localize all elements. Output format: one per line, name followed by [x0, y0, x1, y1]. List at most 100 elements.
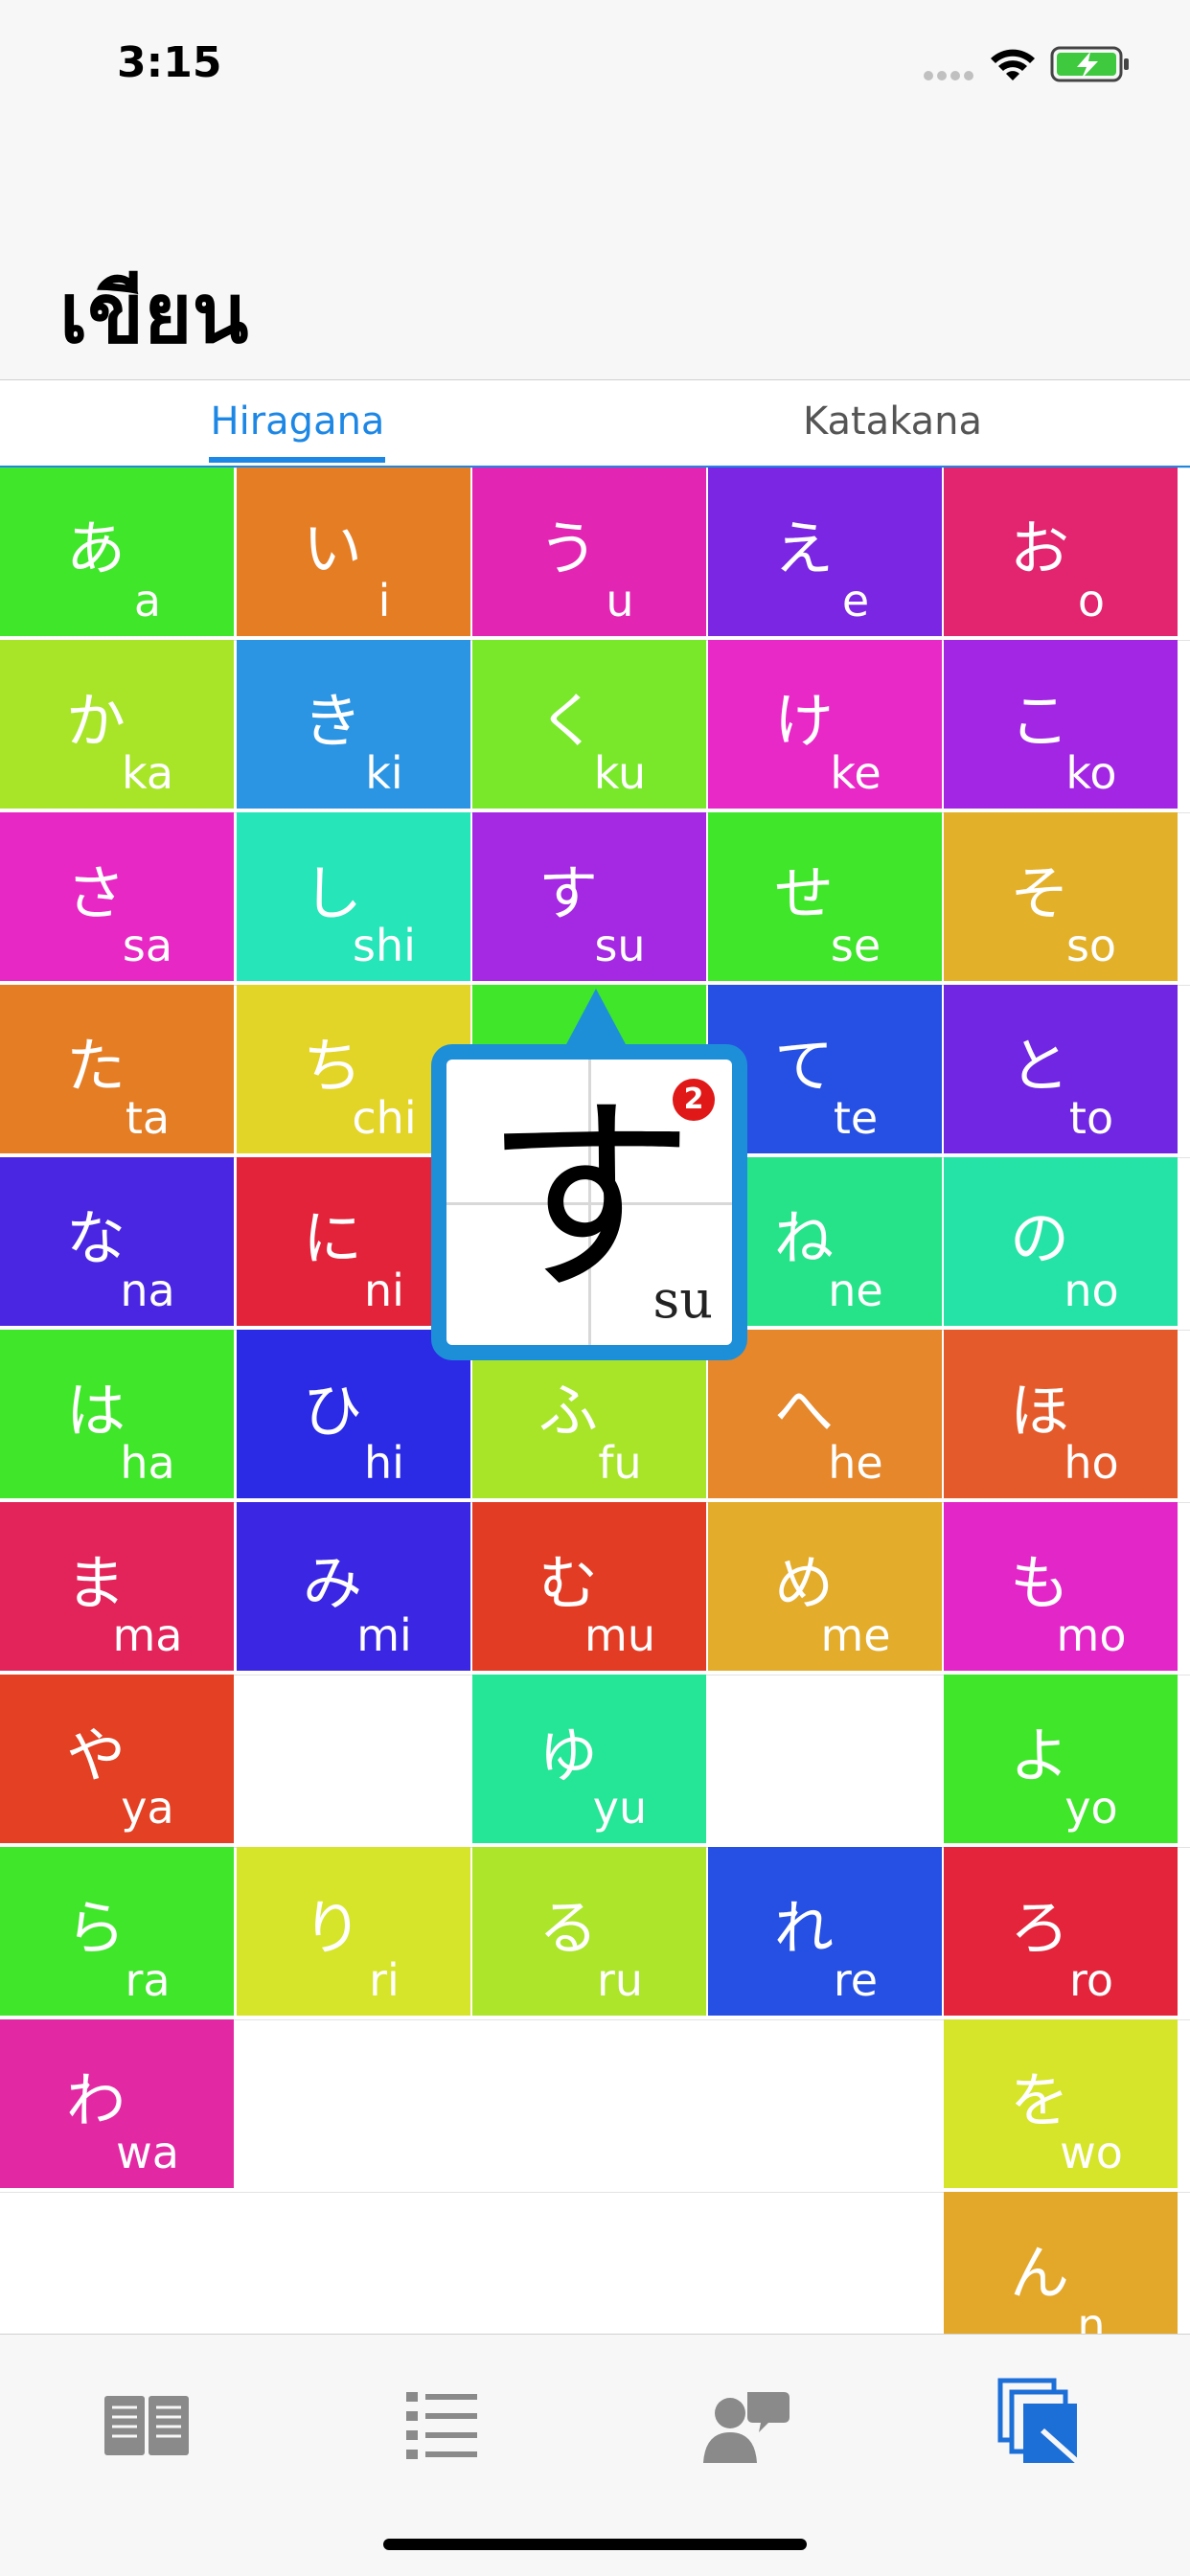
kana-cell-ha[interactable]: は ha — [0, 1330, 234, 1498]
kana-romaji: me — [820, 1609, 891, 1661]
kana-cell-su[interactable]: す su — [472, 812, 706, 981]
kana-cell-ri[interactable]: り ri — [237, 1847, 470, 2016]
status-time: 3:15 — [117, 38, 222, 87]
navigation-bar: เขียน — [0, 134, 1190, 380]
kana-cell-no[interactable]: の no — [944, 1157, 1178, 1326]
kana-cell-ki[interactable]: き ki — [237, 640, 470, 809]
write-pages-icon[interactable] — [995, 2375, 1090, 2471]
kana-character: ひ — [302, 1376, 362, 1446]
kana-romaji: no — [1064, 1265, 1119, 1316]
kana-cell-he[interactable]: へ he — [708, 1330, 942, 1498]
kana-cell-ra[interactable]: ら ra — [0, 1847, 234, 2016]
kana-character: そ — [1009, 858, 1069, 928]
kana-cell-ya[interactable]: や ya — [0, 1675, 234, 1843]
kana-character: む — [538, 1548, 598, 1618]
kana-cell-mo[interactable]: も mo — [944, 1502, 1178, 1671]
kana-cell-wa[interactable]: わ wa — [0, 2019, 234, 2188]
kana-cell-e[interactable]: えe — [708, 467, 942, 636]
kana-romaji: mu — [584, 1609, 655, 1661]
kana-character: い — [302, 513, 362, 583]
popup-pointer — [565, 989, 627, 1046]
tab-katakana[interactable]: Katakana — [595, 380, 1190, 463]
tab-hiragana[interactable]: Hiragana — [0, 380, 595, 463]
kana-cell-re[interactable]: れ re — [708, 1847, 942, 2016]
kana-cell-yo[interactable]: よ yo — [944, 1675, 1178, 1843]
kana-character: め — [773, 1548, 834, 1618]
kana-character: こ — [1009, 686, 1069, 756]
kana-character: ち — [302, 1031, 362, 1101]
kana-romaji: te — [833, 1092, 879, 1144]
kana-cell-hi[interactable]: ひ hi — [237, 1330, 470, 1498]
kana-romaji: mo — [1056, 1609, 1127, 1661]
kana-cell-o[interactable]: おo — [944, 467, 1178, 636]
kana-romaji: sa — [122, 920, 173, 971]
kana-cell-ta[interactable]: た ta — [0, 985, 234, 1153]
kana-romaji: hi — [364, 1437, 404, 1489]
kana-romaji: yu — [592, 1782, 648, 1834]
kana-romaji: ho — [1064, 1437, 1119, 1489]
kana-cell-se[interactable]: せ se — [708, 812, 942, 981]
kana-character: と — [1009, 1031, 1069, 1101]
kana-character: へ — [773, 1376, 834, 1446]
kana-romaji: se — [830, 920, 881, 971]
kana-romaji: wa — [116, 2127, 179, 2178]
kana-character: ろ — [1009, 1893, 1069, 1963]
kana-cell-mu[interactable]: む mu — [472, 1502, 706, 1671]
kana-romaji: e — [841, 575, 870, 627]
kana-character: け — [773, 686, 834, 756]
kana-cell-i[interactable]: いi — [237, 467, 470, 636]
book-icon[interactable] — [99, 2375, 195, 2471]
kana-cell-ru[interactable]: る ru — [472, 1847, 706, 2016]
battery-charging-icon — [1050, 46, 1129, 82]
status-bar: 3:15 — [0, 0, 1190, 134]
kana-cell-u[interactable]: うu — [472, 467, 706, 636]
kana-cell-ro[interactable]: ろ ro — [944, 1847, 1178, 2016]
kana-romaji: yo — [1064, 1782, 1118, 1834]
kana-character: に — [302, 1203, 362, 1273]
kana-cell-yu[interactable]: ゆ yu — [472, 1675, 706, 1843]
kana-romaji: u — [606, 575, 634, 627]
kana-romaji: ko — [1065, 747, 1117, 799]
kana-cell-a[interactable]: あa — [0, 467, 234, 636]
kana-romaji: to — [1068, 1092, 1114, 1144]
active-tab-indicator — [209, 457, 385, 463]
kana-romaji: so — [1065, 920, 1117, 971]
kana-cell-wo[interactable]: を wo — [944, 2019, 1178, 2188]
kana-character: ゆ — [538, 1721, 598, 1790]
kana-romaji: su — [594, 920, 646, 971]
page-title: เขียน — [59, 266, 249, 362]
kana-character: き — [302, 686, 362, 756]
kana-romaji: wo — [1060, 2127, 1123, 2178]
kana-cell-mi[interactable]: み mi — [237, 1502, 470, 1671]
kana-cell-ko[interactable]: こ ko — [944, 640, 1178, 809]
wifi-icon — [991, 49, 1035, 80]
kana-romaji: ro — [1068, 1954, 1114, 2006]
kana-cell-shi[interactable]: し shi — [237, 812, 470, 981]
kana-cell-to[interactable]: と to — [944, 985, 1178, 1153]
kana-romaji: ke — [830, 747, 881, 799]
kana-romaji: mi — [356, 1609, 412, 1661]
kana-character: う — [538, 513, 598, 583]
kana-cell-na[interactable]: な na — [0, 1157, 234, 1326]
stroke-order-popup[interactable]: す 2 su — [431, 1044, 747, 1360]
kana-cell-ma[interactable]: ま ma — [0, 1502, 234, 1671]
kana-cell-ke[interactable]: け ke — [708, 640, 942, 809]
kana-romaji: ru — [596, 1954, 644, 2006]
kana-character: く — [538, 686, 598, 756]
kana-cell-ku[interactable]: く ku — [472, 640, 706, 809]
kana-romaji: ka — [121, 747, 174, 799]
kana-character: れ — [773, 1893, 834, 1963]
kana-romaji: ne — [828, 1265, 883, 1316]
kana-character: か — [65, 686, 126, 756]
kana-romaji: he — [828, 1437, 883, 1489]
chat-person-icon[interactable] — [698, 2375, 793, 2471]
kana-romaji: fu — [598, 1437, 642, 1489]
kana-cell-ka[interactable]: か ka — [0, 640, 234, 809]
kana-cell-me[interactable]: め me — [708, 1502, 942, 1671]
kana-cell-sa[interactable]: さ sa — [0, 812, 234, 981]
kana-cell-so[interactable]: そ so — [944, 812, 1178, 981]
kana-character: み — [302, 1548, 362, 1618]
list-icon[interactable] — [397, 2375, 492, 2471]
kana-character: ほ — [1009, 1376, 1069, 1446]
kana-cell-ho[interactable]: ほ ho — [944, 1330, 1178, 1498]
